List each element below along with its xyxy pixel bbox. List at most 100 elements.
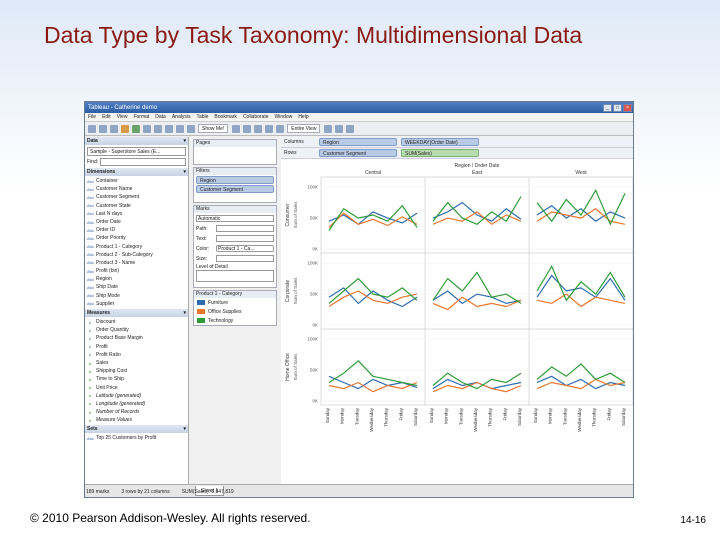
dimension-field[interactable]: Abc Customer Segment — [87, 193, 186, 201]
filter-icon[interactable] — [254, 124, 263, 133]
view-mode-select[interactable]: Entire View — [287, 124, 321, 133]
sort-desc-icon[interactable] — [165, 124, 173, 133]
measures-header[interactable]: Measures — [85, 309, 188, 317]
dimension-field[interactable]: Abc Profit (bin) — [87, 267, 186, 275]
filters-shelf[interactable]: Filters Region Customer Segment — [193, 167, 277, 203]
measure-field[interactable]: # Sales — [87, 359, 186, 367]
dimension-field[interactable]: Abc Supplier — [87, 300, 186, 308]
menu-window[interactable]: Window — [275, 114, 293, 120]
rows-shelf[interactable]: Rows Customer Segment SUM(Sales) — [281, 148, 633, 159]
measure-field[interactable]: # Shipping Cost — [87, 367, 186, 375]
filter-pill-segment[interactable]: Customer Segment — [196, 185, 274, 193]
new-sheet-icon[interactable] — [121, 124, 129, 133]
maximize-button[interactable]: □ — [613, 103, 622, 112]
detail-shelf[interactable] — [196, 270, 274, 282]
color-pill[interactable]: Product 1 - Ca... — [216, 245, 274, 252]
copyright-notice: © 2010 Pearson Addison-Wesley. All right… — [30, 511, 311, 525]
measure-field[interactable]: # Longitude (generated) — [87, 400, 186, 408]
save-icon[interactable] — [110, 124, 118, 133]
back-icon[interactable] — [88, 124, 96, 133]
dimension-field[interactable]: Abc Order ID — [87, 226, 186, 234]
measure-field[interactable]: # Unit Price — [87, 384, 186, 392]
dimension-label: Customer Segment — [96, 194, 140, 201]
legend-item-office-supplies[interactable]: Office Supplies — [194, 307, 276, 316]
legend-swatch — [197, 300, 205, 305]
measure-field[interactable]: # Profit — [87, 343, 186, 351]
dimension-field[interactable]: Abc Product 3 - Name — [87, 259, 186, 267]
forward-icon[interactable] — [99, 124, 107, 133]
columns-pill-weekday[interactable]: WEEKDAY(Order Date) — [401, 138, 479, 146]
pan-icon[interactable] — [324, 124, 333, 133]
measure-field[interactable]: # Latitude (generated) — [87, 392, 186, 400]
measure-field[interactable]: # Profit Ratio — [87, 351, 186, 359]
menu-view[interactable]: View — [117, 114, 128, 120]
rows-pill-segment[interactable]: Customer Segment — [319, 149, 397, 157]
dimension-field[interactable]: Abc Customer State — [87, 202, 186, 210]
swap-icon[interactable] — [143, 124, 151, 133]
show-me-button[interactable]: Show Me! — [198, 124, 229, 133]
dimension-label: Customer Name — [96, 186, 133, 193]
sets-header[interactable]: Sets — [85, 425, 188, 434]
menu-edit[interactable]: Edit — [102, 114, 111, 120]
legend-item-furniture[interactable]: Furniture — [194, 298, 276, 307]
toolbar: Show Me! Entire View — [85, 122, 633, 136]
dimensions-header[interactable]: Dimensions — [85, 168, 188, 176]
close-button[interactable]: × — [623, 103, 632, 112]
dimension-field[interactable]: Abc Region — [87, 275, 186, 283]
set-field[interactable]: Abc Top 25 Customers by Profit — [87, 434, 186, 442]
measure-field[interactable]: # Time to Ship — [87, 375, 186, 383]
columns-pill-region[interactable]: Region — [319, 138, 397, 146]
dimension-icon: Abc — [87, 293, 94, 299]
dimension-field[interactable]: Abc Container — [87, 177, 186, 185]
dimension-field[interactable]: Abc Product 2 - Sub-Category — [87, 251, 186, 259]
menu-help[interactable]: Help — [298, 114, 308, 120]
trellis-line-chart[interactable]: Region / Order Date Central East West Consum… — [281, 161, 633, 461]
menu-file[interactable]: File — [88, 114, 96, 120]
find-input[interactable] — [100, 158, 186, 166]
menu-analysis[interactable]: Analysis — [172, 114, 191, 120]
filter-pill-region[interactable]: Region — [196, 176, 274, 184]
labels-icon[interactable] — [232, 124, 241, 133]
dimension-field[interactable]: Abc Product 1 - Category — [87, 243, 186, 251]
minimize-button[interactable]: _ — [603, 103, 612, 112]
size-slider[interactable] — [216, 255, 274, 262]
totals-icon[interactable] — [243, 124, 252, 133]
measure-label: Sales — [96, 359, 109, 366]
dimension-field[interactable]: Abc Order Date — [87, 218, 186, 226]
columns-shelf[interactable]: Columns Region WEEKDAY(Order Date) — [281, 137, 633, 148]
measure-field[interactable]: # Discount — [87, 318, 186, 326]
select-icon[interactable] — [346, 124, 355, 133]
dimension-field[interactable]: Abc Ship Date — [87, 283, 186, 291]
dimension-field[interactable]: Abc Order Priority — [87, 234, 186, 242]
datasource-select[interactable]: Sample - Superstore Sales (E... — [87, 147, 186, 156]
zoom-icon[interactable] — [335, 124, 344, 133]
dimension-field[interactable]: Abc Customer Name — [87, 185, 186, 193]
dimension-field[interactable]: Abc Ship Mode — [87, 292, 186, 300]
rows-pill-sales[interactable]: SUM(Sales) — [401, 149, 479, 157]
clear-icon[interactable] — [265, 124, 274, 133]
data-source-icon[interactable] — [132, 124, 140, 133]
menu-collaborate[interactable]: Collaborate — [243, 114, 269, 120]
measure-icon: # — [88, 344, 92, 350]
dimension-field[interactable]: Abc Last N days — [87, 210, 186, 218]
fit-icon[interactable] — [276, 124, 285, 133]
menu-bookmark[interactable]: Bookmark — [214, 114, 237, 120]
measure-field[interactable]: # Product Base Margin — [87, 334, 186, 342]
mark-type-select[interactable]: Automatic — [196, 215, 274, 222]
text-shelf[interactable] — [216, 235, 274, 242]
legend-item-technology[interactable]: Technology — [194, 316, 276, 325]
measure-label: Unit Price — [96, 384, 118, 391]
sort-asc-icon[interactable] — [154, 124, 162, 133]
group-icon[interactable] — [176, 124, 184, 133]
measure-field[interactable]: # Measure Values — [87, 416, 186, 424]
measure-field[interactable]: # Number of Records — [87, 408, 186, 416]
measure-field[interactable]: # Order Quantity — [87, 326, 186, 334]
path-shelf[interactable] — [216, 225, 274, 232]
x-tick-label: Friday — [502, 407, 507, 420]
measure-icon: # — [88, 376, 92, 382]
pages-shelf[interactable]: Pages — [193, 139, 277, 165]
highlight-icon[interactable] — [187, 124, 195, 133]
menu-table[interactable]: Table — [196, 114, 208, 120]
menu-data[interactable]: Data — [155, 114, 166, 120]
menu-format[interactable]: Format — [133, 114, 149, 120]
